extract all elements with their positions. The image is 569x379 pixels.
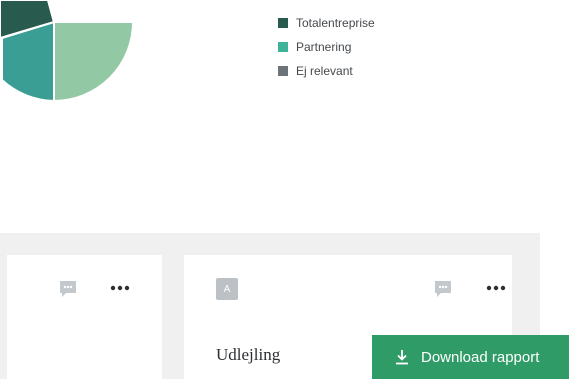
download-report-button[interactable]: Download rapport xyxy=(372,335,569,379)
right-panel-edge xyxy=(540,0,569,379)
legend-label: Ej relevant xyxy=(296,64,353,78)
legend-item-partnering[interactable]: Partnering xyxy=(278,35,375,59)
more-icon[interactable] xyxy=(110,283,130,293)
chart-legend: Totalentreprise Partnering Ej relevant xyxy=(278,11,375,83)
comment-icon[interactable] xyxy=(58,279,78,299)
chart-card: Totalentreprise Partnering Ej relevant xyxy=(0,0,540,233)
card-title: Udlejling xyxy=(216,345,281,364)
legend-swatch xyxy=(278,18,288,28)
legend-item-ej-relevant[interactable]: Ej relevant xyxy=(278,59,375,83)
more-icon[interactable] xyxy=(486,283,506,293)
project-card-left[interactable] xyxy=(7,255,162,379)
legend-label: Totalentreprise xyxy=(296,16,375,30)
comment-icon[interactable] xyxy=(433,279,453,299)
pie-chart xyxy=(0,0,135,103)
legend-label: Partnering xyxy=(296,40,352,54)
legend-item-totalentreprise[interactable]: Totalentreprise xyxy=(278,11,375,35)
download-icon xyxy=(396,350,408,365)
pie-slice-light-green[interactable] xyxy=(53,21,135,103)
legend-swatch xyxy=(278,66,288,76)
status-badge: A xyxy=(216,278,238,300)
legend-swatch xyxy=(278,42,288,52)
download-button-label: Download rapport xyxy=(421,348,540,366)
